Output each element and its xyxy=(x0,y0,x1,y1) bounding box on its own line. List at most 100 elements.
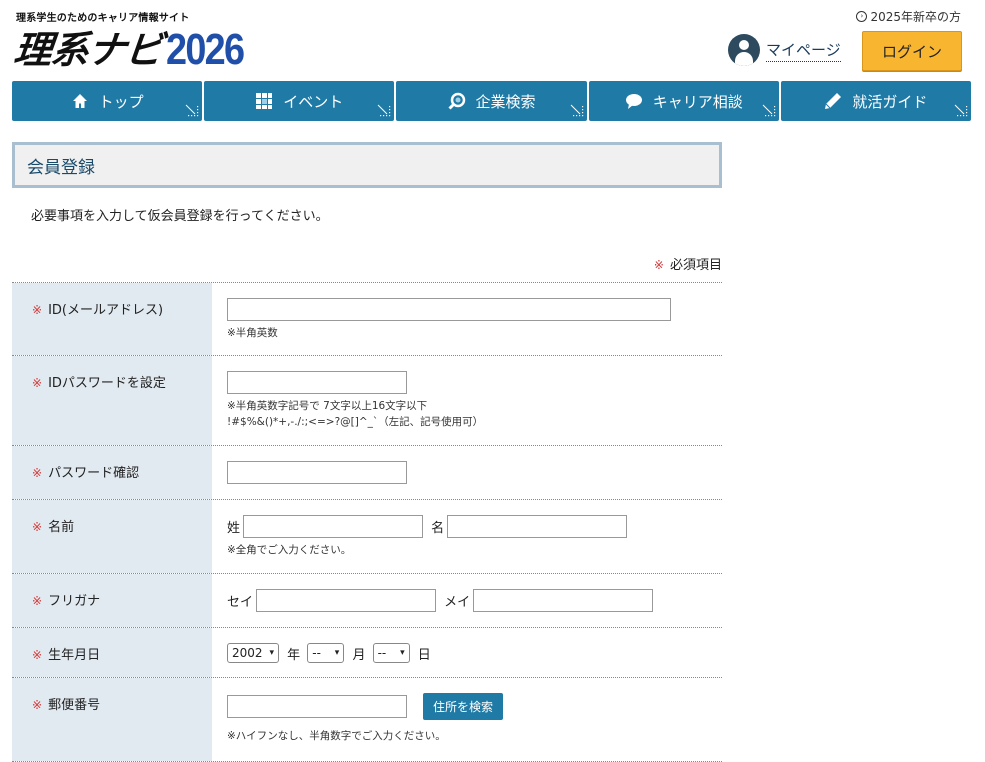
field-id: ※半角英数 xyxy=(212,283,722,355)
chat-bubble-icon xyxy=(625,94,642,109)
required-mark: ※ xyxy=(32,594,43,608)
required-mark: ※ xyxy=(32,698,43,712)
last-name-label: 姓 xyxy=(227,521,241,536)
password-confirm-field[interactable] xyxy=(227,461,407,484)
pencil-icon xyxy=(825,93,842,109)
required-mark: ※ xyxy=(32,376,43,390)
site-tagline: 理系学生のためのキャリア情報サイト xyxy=(16,13,190,24)
field-label-text: 生年月日 xyxy=(48,648,101,663)
chevron-down-icon: ▾ xyxy=(334,648,340,658)
login-button[interactable]: ログイン xyxy=(862,31,962,71)
form-row-birthday: ※ 生年月日 2002 ▾ 年 -- ▾ 月 -- ▾ 日 xyxy=(12,628,722,678)
corner-arrow-icon xyxy=(378,104,391,117)
postal-code-field[interactable] xyxy=(227,695,407,718)
form-row-postal: ※ 郵便番号 住所を検索 ※ハイフンなし、半角数字でご入力ください。 xyxy=(12,678,722,762)
field-label-password-confirm: ※ パスワード確認 xyxy=(12,446,212,499)
logo-text: 理系ナビ xyxy=(11,28,165,72)
logo-year: 2026 xyxy=(166,25,245,74)
email-field[interactable] xyxy=(227,298,671,321)
corner-arrow-icon xyxy=(185,104,199,117)
field-label-password: ※ IDパスワードを設定 xyxy=(12,356,212,445)
grad-2025-link[interactable]: › 2025年新卒の方 xyxy=(856,8,961,25)
required-mark: ※ xyxy=(32,520,43,534)
field-label-text: フリガナ xyxy=(48,594,101,609)
required-mark: ※ xyxy=(32,466,43,480)
field-birthday: 2002 ▾ 年 -- ▾ 月 -- ▾ 日 xyxy=(212,628,722,677)
registration-form: ※ ID(メールアドレス) ※半角英数 ※ IDパスワードを設定 ※半角英数字記号で… xyxy=(12,282,722,762)
nav-item-label: 就活ガイド xyxy=(852,92,928,111)
nav-item-career-consult[interactable]: キャリア相談 xyxy=(588,81,779,121)
nav-item-label: 企業検索 xyxy=(475,92,536,111)
field-label-text: 名前 xyxy=(48,520,75,535)
field-name: 姓 名 ※全角でご入力ください。 xyxy=(212,500,722,573)
required-mark: ※ xyxy=(653,258,664,272)
last-name-field[interactable] xyxy=(243,515,424,538)
nav-item-job-guide[interactable]: 就活ガイド xyxy=(780,81,972,121)
birth-month-select[interactable]: -- ▾ xyxy=(307,643,345,663)
month-unit: 月 xyxy=(352,647,366,663)
birth-year-select[interactable]: 2002 ▾ xyxy=(227,643,279,663)
main-nav: トップ イベント 企業検索 キャリア相談 就活ガイド xyxy=(12,81,972,121)
corner-arrow-icon xyxy=(954,104,968,117)
last-kana-label: セイ xyxy=(227,595,254,610)
nav-item-top[interactable]: トップ xyxy=(12,81,203,121)
required-note-label: 必須項目 xyxy=(669,258,722,273)
field-label-text: ID(メールアドレス) xyxy=(48,303,164,318)
form-row-password-confirm: ※ パスワード確認 xyxy=(12,446,722,500)
field-label-text: IDパスワードを設定 xyxy=(48,376,166,391)
birth-day-value: -- xyxy=(377,646,387,660)
first-name-field[interactable] xyxy=(447,515,628,538)
field-postal: 住所を検索 ※ハイフンなし、半角数字でご入力ください。 xyxy=(212,678,722,761)
day-unit: 日 xyxy=(417,647,431,663)
first-kana-field[interactable] xyxy=(473,589,654,612)
first-kana-label: メイ xyxy=(444,595,471,610)
birth-year-value: 2002 xyxy=(232,646,263,660)
corner-arrow-icon xyxy=(762,104,776,117)
page-title: 会員登録 xyxy=(12,142,722,188)
field-label-birthday: ※ 生年月日 xyxy=(12,628,212,677)
grad-2025-label: 2025年新卒の方 xyxy=(870,10,961,24)
arrow-circle-icon: › xyxy=(856,11,868,22)
field-kana: セイ メイ xyxy=(212,574,722,627)
field-label-postal: ※ 郵便番号 xyxy=(12,678,212,761)
password-hint-line1: ※半角英数字記号で 7文字以上16文字以下 xyxy=(227,400,428,412)
required-mark: ※ xyxy=(32,303,43,317)
last-kana-field[interactable] xyxy=(256,589,437,612)
field-label-kana: ※ フリガナ xyxy=(12,574,212,627)
required-mark: ※ xyxy=(32,648,43,662)
field-password: ※半角英数字記号で 7文字以上16文字以下 !#$%&()*+,-./:;<=>… xyxy=(212,356,722,445)
nav-item-event[interactable]: イベント xyxy=(204,81,395,121)
search-icon xyxy=(447,92,465,110)
mypage-label: マイページ xyxy=(766,39,841,62)
intro-text: 必要事項を入力して仮会員登録を行ってください。 xyxy=(31,209,329,224)
chevron-down-icon: ▾ xyxy=(400,648,405,658)
field-label-id: ※ ID(メールアドレス) xyxy=(12,283,212,355)
form-row-id: ※ ID(メールアドレス) ※半角英数 xyxy=(12,283,722,356)
address-search-button[interactable]: 住所を検索 xyxy=(423,693,503,720)
mypage-link[interactable]: マイページ xyxy=(728,34,841,66)
year-unit: 年 xyxy=(287,647,301,663)
form-row-kana: ※ フリガナ セイ メイ xyxy=(12,574,722,628)
birth-day-select[interactable]: -- ▾ xyxy=(372,643,410,663)
nav-item-label: キャリア相談 xyxy=(652,92,743,111)
first-name-label: 名 xyxy=(431,521,445,536)
password-hint-line2: !#$%&()*+,-./:;<=>?@[]^_`（左記、記号使用可） xyxy=(227,416,484,428)
form-row-password: ※ IDパスワードを設定 ※半角英数字記号で 7文字以上16文字以下 !#$%&(… xyxy=(12,356,722,446)
user-avatar-icon xyxy=(728,34,760,66)
site-logo[interactable]: 理系ナビ 2026 xyxy=(11,24,256,74)
nav-item-label: トップ xyxy=(98,92,144,111)
birth-month-value: -- xyxy=(312,646,321,660)
nav-item-label: イベント xyxy=(283,92,344,111)
field-label-text: 郵便番号 xyxy=(48,698,101,713)
password-hint: ※半角英数字記号で 7文字以上16文字以下 !#$%&()*+,-./:;<=>… xyxy=(227,398,722,430)
nav-item-company-search[interactable]: 企業検索 xyxy=(396,81,587,121)
field-label-name: ※ 名前 xyxy=(12,500,212,573)
home-icon xyxy=(72,94,87,108)
postal-hint: ※ハイフンなし、半角数字でご入力ください。 xyxy=(227,730,446,742)
name-hint: ※全角でご入力ください。 xyxy=(227,544,352,556)
chevron-down-icon: ▾ xyxy=(269,648,274,658)
password-field[interactable] xyxy=(227,371,407,394)
calendar-icon xyxy=(256,93,273,109)
required-note: ※ 必須項目 xyxy=(654,254,722,273)
form-row-name: ※ 名前 姓 名 ※全角でご入力ください。 xyxy=(12,500,722,574)
